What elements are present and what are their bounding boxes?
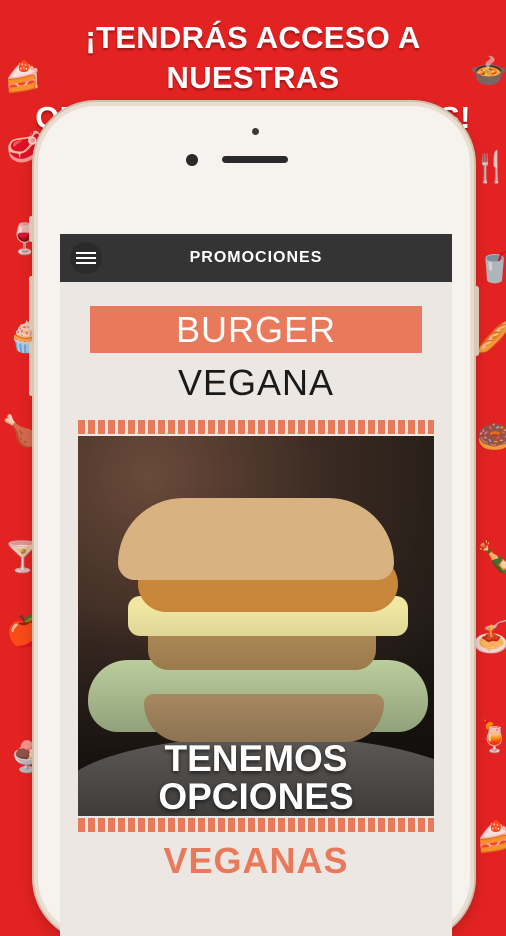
app-bar: PROMOCIONES [60,234,452,282]
phone-screen: PROMOCIONES BURGER VEGANA TENEMOS OPCION… [60,234,452,936]
promo-image[interactable]: TENEMOS OPCIONES [78,436,434,816]
phone-volume-up [29,276,34,330]
headline-line-1: ¡TENDRÁS ACCESO A NUESTRAS [85,20,421,95]
promo-label-bottom: VEGANA [177,362,335,403]
app-bar-title: PROMOCIONES [189,249,323,266]
cocktail-icon: 🍹 [476,720,506,755]
phone-mockup: PROMOCIONES BURGER VEGANA TENEMOS OPCION… [29,106,479,936]
phone-mute-switch [29,216,34,242]
decorative-stripe-top [78,420,434,434]
promo-overlay-line-2: OPCIONES [158,776,354,816]
drumstick-icon: 🍗 [2,414,40,449]
fork-icon: 🍴 [472,150,506,185]
promo-footer-word: VEGANAS [163,840,349,881]
bread-icon: 🥖 [476,320,506,355]
phone-power-button [474,286,479,356]
drink-icon: 🥤 [476,250,506,285]
phone-volume-down [29,342,34,396]
cake-slice-icon: 🍰 [476,820,506,855]
noodles-icon: 🍝 [472,620,506,655]
phone-sensor [252,128,259,135]
glass-icon: 🍸 [4,540,42,575]
front-camera [186,154,198,166]
earpiece-speaker [222,156,288,163]
bottle-icon: 🍾 [476,540,506,575]
promo-label-top: BURGER [90,306,422,353]
promo-overlay-line-1: TENEMOS [164,738,348,779]
decorative-stripe-bottom [78,818,434,832]
donut-icon: 🍩 [476,420,506,455]
